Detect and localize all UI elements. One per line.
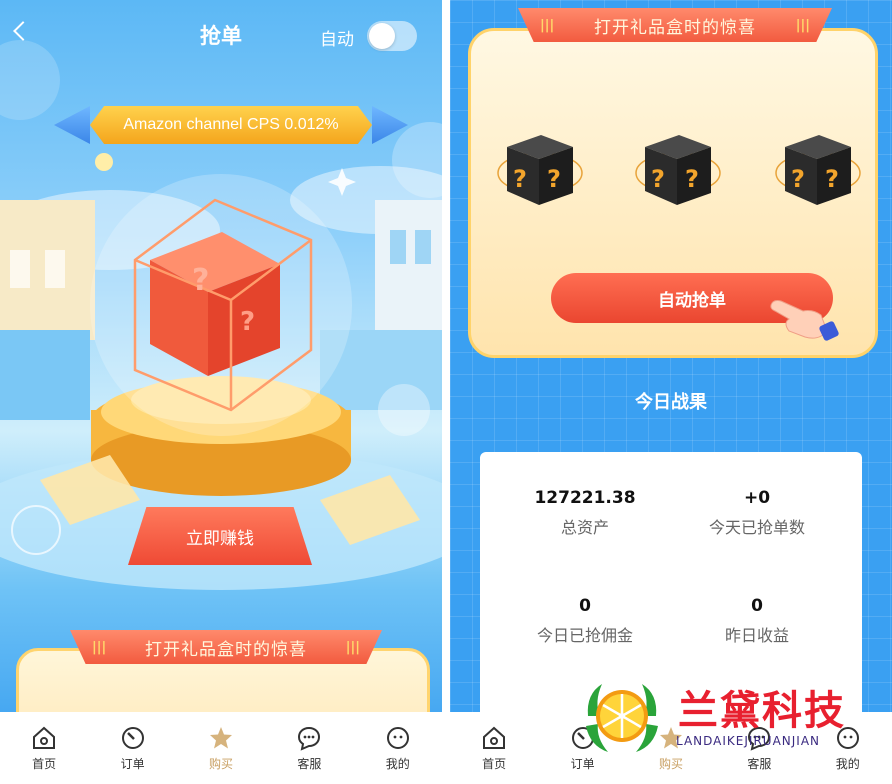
svg-text:?: ? — [192, 263, 209, 298]
auto-label: 自动 — [320, 30, 354, 50]
stat-value: 0 — [751, 596, 763, 616]
face-icon — [386, 726, 409, 749]
gift-box-card: ? ? ? ? ? ? 自动抢单 — [468, 28, 878, 358]
earn-now-button[interactable]: 立即赚钱 — [128, 507, 312, 565]
nav-home[interactable]: 首页 — [464, 725, 524, 772]
stat-value: 0 — [579, 596, 591, 616]
channel-banner: Amazon channel CPS 0.012% — [90, 106, 372, 144]
watermark-subtitle: LANDAIKEJIRUANJIAN — [676, 734, 821, 748]
stat-label: 今天已抢单数 — [708, 518, 805, 537]
chat-icon — [298, 726, 321, 751]
bottom-nav: 首页 订单 购买 客服 我的 — [0, 712, 442, 784]
orange-slice-logo-icon — [586, 684, 658, 752]
nav-support-label: 客服 — [747, 756, 772, 771]
home-icon — [33, 726, 56, 749]
channel-banner-text: Amazon channel CPS 0.012% — [123, 116, 339, 133]
auto-grab-label: 自动抢单 — [658, 290, 726, 311]
stat-commission-today: 0 今日已抢佣金 — [500, 596, 670, 646]
mystery-box-icon: ? ? — [497, 135, 583, 205]
gift-banner: ||| 打开礼品盒时的惊喜 ||| — [70, 630, 382, 664]
nav-buy-label: 购买 — [208, 756, 233, 771]
nav-profile-label: 我的 — [385, 756, 410, 771]
pointing-hand-icon — [770, 300, 839, 341]
grab-order-screen: 抢单 自动 Amazon channel CPS 0.012% ? ? 立即赚钱… — [0, 0, 442, 784]
stat-value: 127221.38 — [534, 488, 636, 508]
gauge-icon — [121, 726, 144, 749]
home-icon — [483, 726, 506, 749]
stat-label: 昨日收益 — [724, 626, 789, 645]
banner-stripes-left: ||| — [92, 640, 107, 655]
nav-profile[interactable]: 我的 — [368, 725, 428, 772]
nav-home-label: 首页 — [482, 756, 507, 771]
auto-grab-screen: ? ? ? ? ? ? 自动抢单 ||| 打开礼品盒时的惊喜 ||| 今日战果 … — [450, 0, 892, 784]
nav-orders[interactable]: 订单 — [103, 725, 163, 772]
nav-buy[interactable]: 购买 — [191, 725, 251, 772]
banner-stripes-left: ||| — [540, 18, 555, 33]
gift-banner: ||| 打开礼品盒时的惊喜 ||| — [518, 8, 832, 42]
mystery-box-icon: ? ? — [775, 135, 861, 205]
nav-support-label: 客服 — [297, 756, 322, 771]
mystery-box-icon: ? ? — [635, 135, 721, 205]
banner-stripes-right: ||| — [345, 640, 360, 655]
toggle-knob — [369, 23, 395, 49]
star-icon — [209, 726, 232, 748]
stat-orders-today: +0 今天已抢单数 — [672, 488, 842, 538]
nav-home[interactable]: 首页 — [14, 725, 74, 772]
today-results-title: 今日战果 — [635, 392, 707, 413]
gift-banner-text: 打开礼品盒时的惊喜 — [594, 17, 756, 38]
stat-label: 总资产 — [560, 518, 609, 537]
nav-profile-label: 我的 — [835, 756, 860, 771]
stat-yesterday-earnings: 0 昨日收益 — [672, 596, 842, 646]
stat-label: 今日已抢佣金 — [536, 626, 633, 645]
svg-text:?: ? — [685, 165, 699, 193]
stat-total-assets: 127221.38 总资产 — [500, 488, 670, 538]
svg-text:?: ? — [825, 165, 839, 193]
brand-watermark: 兰黛科技 LANDAIKEJIRUANJIAN — [580, 676, 880, 756]
stat-value: +0 — [743, 488, 771, 508]
gift-banner-text: 打开礼品盒时的惊喜 — [145, 639, 307, 660]
watermark-title: 兰黛科技 — [678, 687, 846, 734]
svg-text:?: ? — [513, 165, 527, 193]
banner-stripes-right: ||| — [795, 18, 810, 33]
earn-now-label: 立即赚钱 — [186, 528, 254, 549]
nav-home-label: 首页 — [32, 756, 57, 771]
nav-buy-label: 购买 — [658, 756, 683, 771]
svg-text:?: ? — [240, 307, 255, 337]
nav-orders-label: 订单 — [570, 756, 595, 771]
svg-text:?: ? — [547, 165, 561, 193]
nav-orders-label: 订单 — [120, 756, 145, 771]
auto-toggle[interactable] — [367, 21, 417, 51]
svg-text:?: ? — [651, 165, 665, 193]
svg-text:?: ? — [791, 165, 805, 193]
nav-support[interactable]: 客服 — [279, 725, 339, 772]
